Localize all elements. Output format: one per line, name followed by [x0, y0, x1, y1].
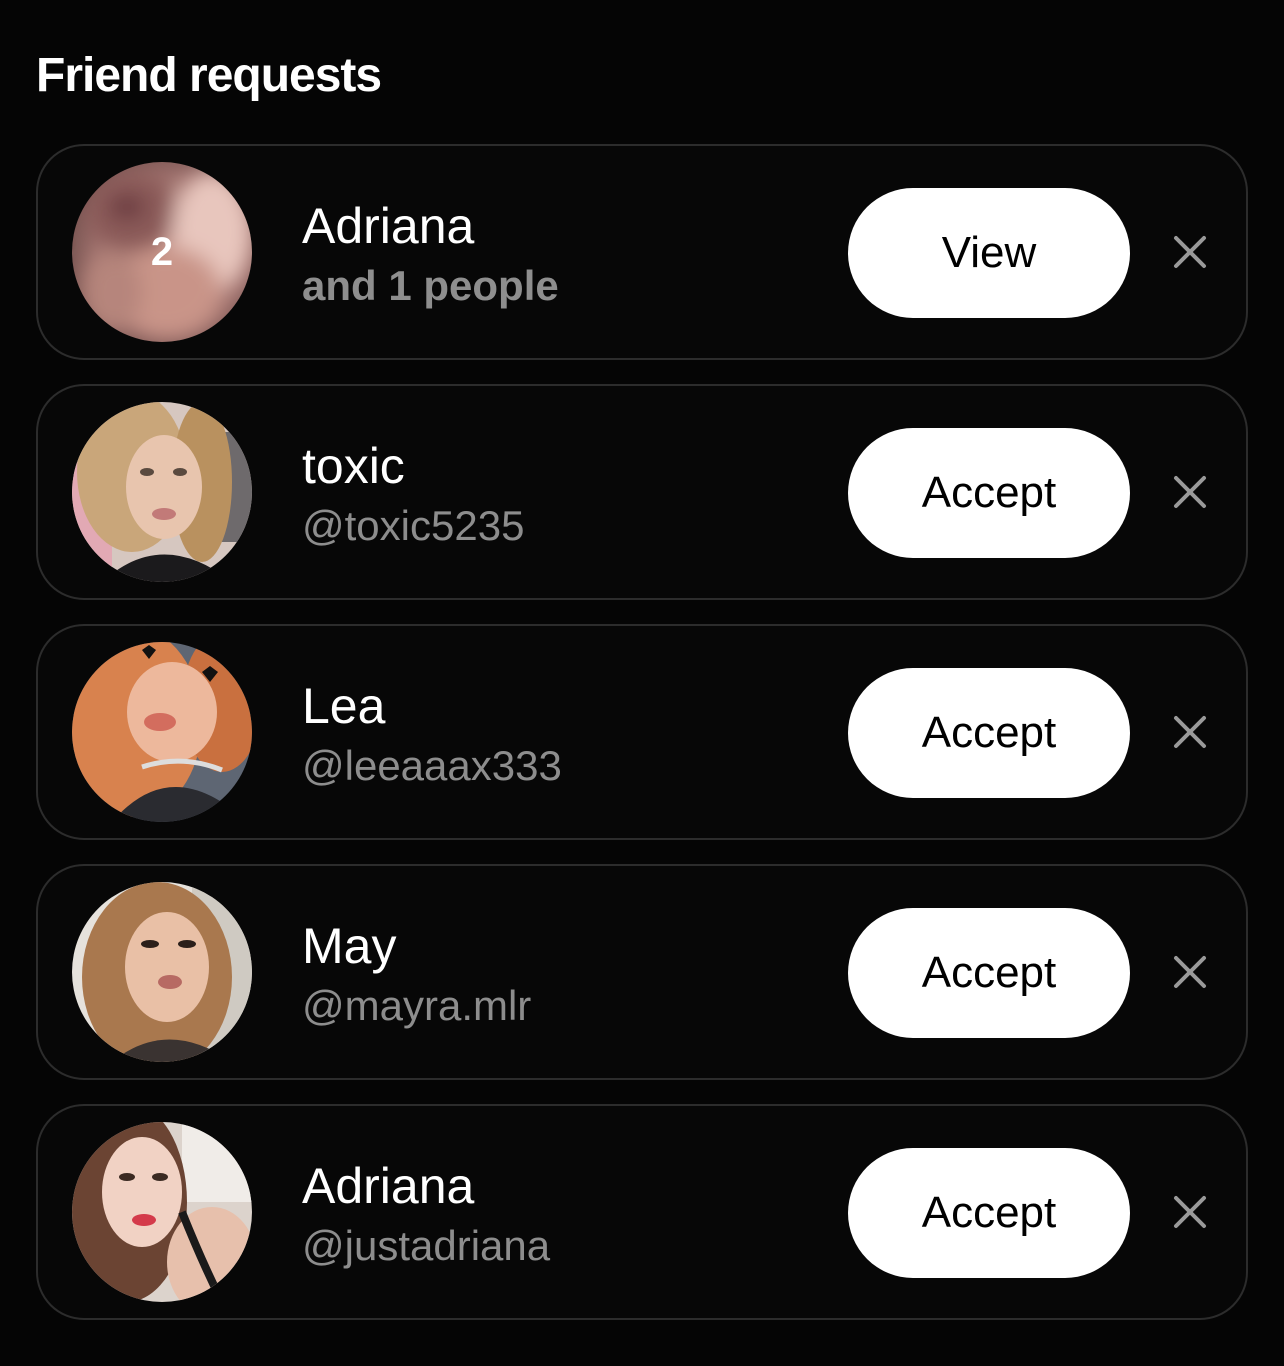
request-subtitle: and 1 people: [302, 262, 559, 309]
close-icon: [1174, 716, 1206, 748]
accept-button[interactable]: Accept: [848, 428, 1130, 558]
accept-button[interactable]: Accept: [848, 668, 1130, 798]
request-name: May: [302, 918, 397, 974]
friend-request-card: toxic @toxic5235 Accept: [36, 384, 1248, 600]
dismiss-button[interactable]: [1166, 228, 1214, 276]
friend-request-card: Adriana @justadriana Accept: [36, 1104, 1248, 1320]
close-icon: [1174, 1196, 1206, 1228]
avatar-count-badge: 2: [150, 229, 174, 274]
dismiss-button[interactable]: [1166, 948, 1214, 996]
request-username: @justadriana: [302, 1222, 551, 1269]
view-button[interactable]: View: [848, 188, 1130, 318]
friend-request-card: 2 Adriana and 1 people View: [36, 144, 1248, 360]
close-icon: [1174, 236, 1206, 268]
friend-request-card: May @mayra.mlr Accept: [36, 864, 1248, 1080]
request-username: @mayra.mlr: [302, 982, 532, 1029]
profile-photo: [72, 882, 252, 1062]
profile-photo: [72, 402, 252, 582]
dismiss-button[interactable]: [1166, 708, 1214, 756]
profile-photo: [72, 642, 252, 822]
request-username: @leeaaax333: [302, 742, 562, 789]
profile-photo: [72, 1122, 252, 1302]
page-title: Friend requests: [36, 49, 382, 102]
request-username: @toxic5235: [302, 502, 525, 549]
avatar[interactable]: [72, 402, 252, 582]
dismiss-button[interactable]: [1166, 1188, 1214, 1236]
close-icon: [1174, 956, 1206, 988]
friend-request-list: 2 Adriana and 1 people View toxic @toxic…: [36, 144, 1248, 1344]
accept-button[interactable]: Accept: [848, 908, 1130, 1038]
request-name: Lea: [302, 678, 386, 734]
dismiss-button[interactable]: [1166, 468, 1214, 516]
close-icon: [1174, 476, 1206, 508]
request-name: toxic: [302, 438, 405, 494]
avatar[interactable]: [72, 642, 252, 822]
accept-button[interactable]: Accept: [848, 1148, 1130, 1278]
friend-request-card: Lea @leeaaax333 Accept: [36, 624, 1248, 840]
avatar[interactable]: [72, 1122, 252, 1302]
request-name: Adriana: [302, 198, 475, 254]
avatar[interactable]: 2: [72, 162, 252, 342]
avatar[interactable]: [72, 882, 252, 1062]
request-name: Adriana: [302, 1158, 475, 1214]
